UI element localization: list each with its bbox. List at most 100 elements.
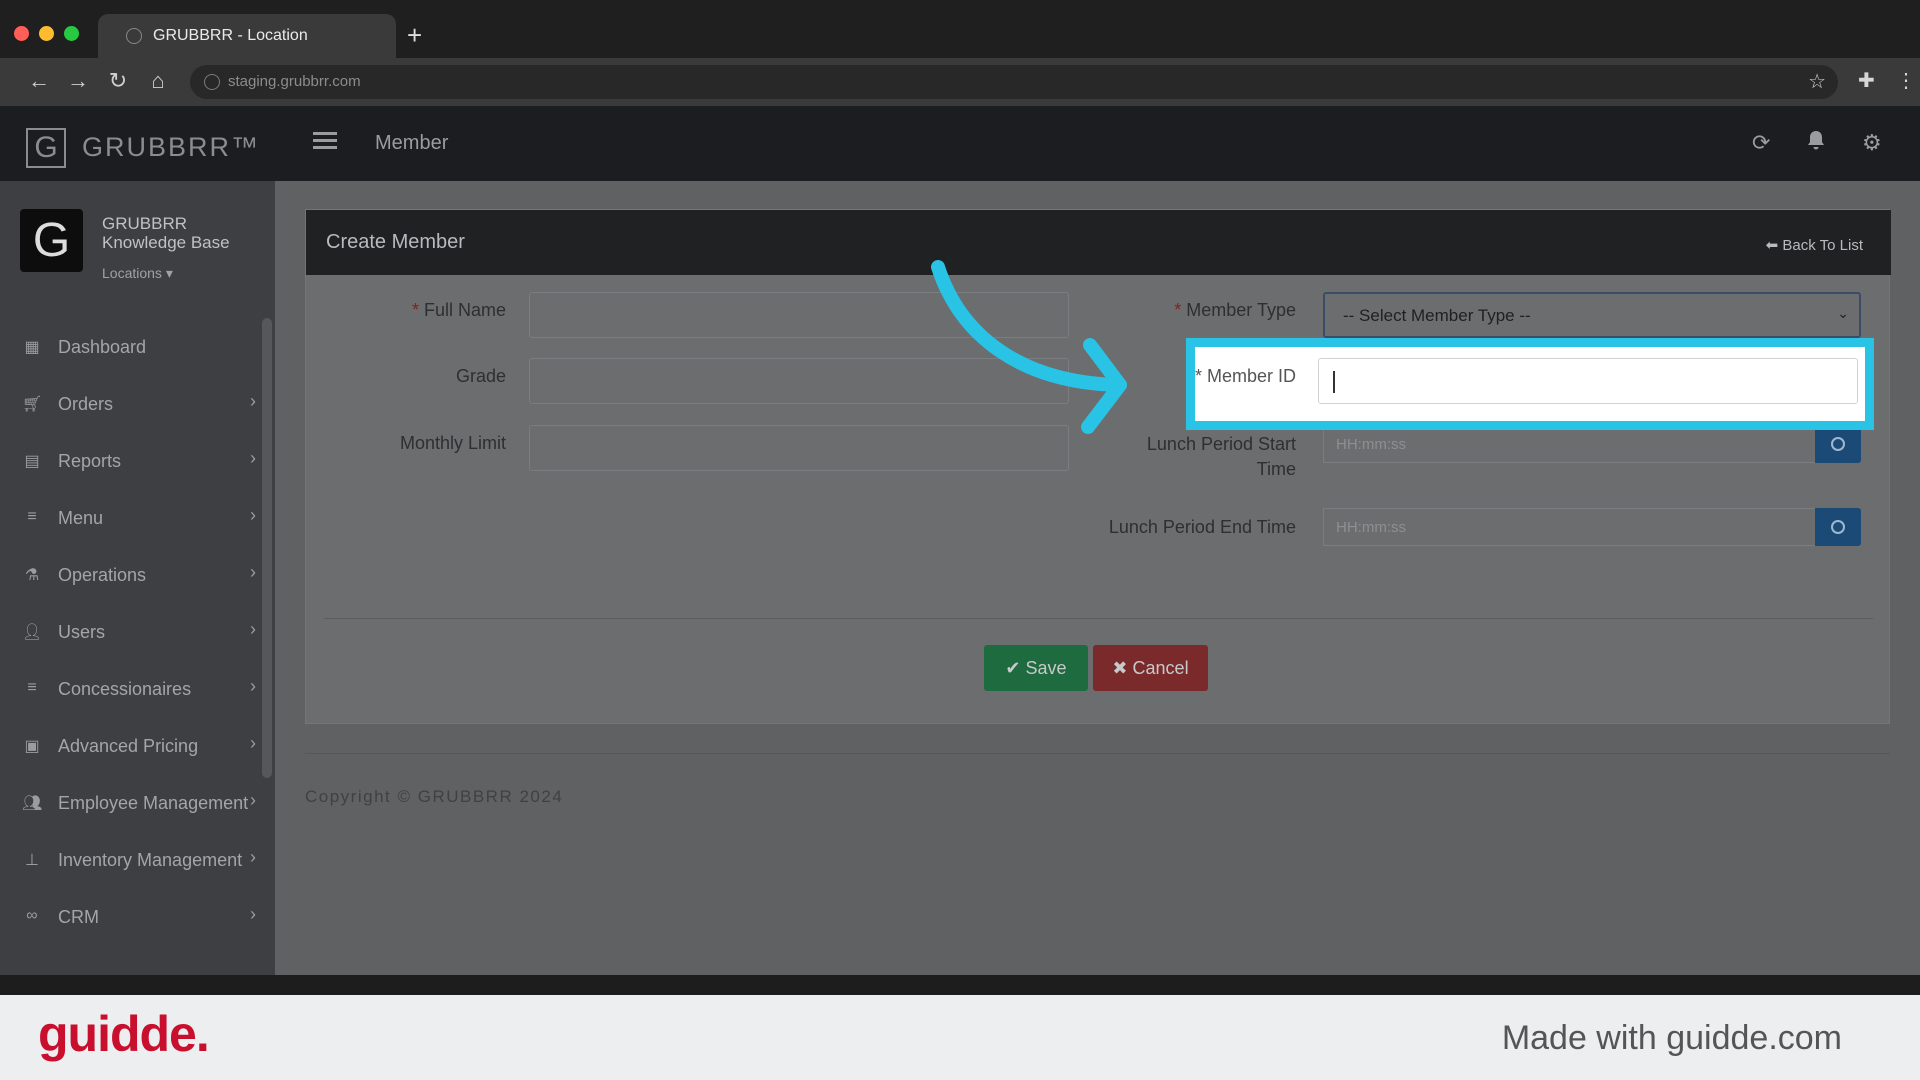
lunch-end-input[interactable]: HH:mm:ss bbox=[1323, 508, 1816, 546]
full-name-label: * Full Name bbox=[366, 300, 506, 321]
extensions-puzzle-icon[interactable]: ✚ bbox=[1858, 68, 1875, 93]
locations-label: Locations bbox=[102, 265, 162, 281]
guidde-watermark-bar: guidde. Made with guidde.com bbox=[0, 995, 1920, 1080]
sidebar-scrollbar[interactable] bbox=[262, 318, 272, 778]
card-title: Create Member bbox=[326, 231, 465, 253]
sidebar: G GRUBBRR Knowledge Base Locations ▾ ▦ D… bbox=[0, 181, 275, 975]
tab-title: GRUBBRR - Location bbox=[153, 27, 308, 44]
chevron-right-icon: › bbox=[250, 619, 256, 639]
sitemap-icon: ⊥ bbox=[25, 852, 39, 869]
sidebar-item-menu[interactable]: ≡ Menu › bbox=[0, 498, 262, 538]
sidebar-item-label: Concessionaires bbox=[58, 679, 192, 699]
member-id-highlight: * Member ID bbox=[1186, 338, 1874, 430]
close-window-button[interactable] bbox=[14, 26, 29, 41]
minimize-window-button[interactable] bbox=[39, 26, 54, 41]
sidebar-item-inventory-management[interactable]: ⊥ Inventory Management › bbox=[0, 840, 262, 880]
chevron-right-icon: › bbox=[250, 391, 256, 411]
forward-arrow-icon[interactable]: → bbox=[63, 66, 93, 96]
sidebar-item-label: Operations bbox=[58, 565, 147, 585]
locations-dropdown[interactable]: Locations ▾ bbox=[102, 265, 173, 282]
chevron-right-icon: › bbox=[250, 733, 256, 753]
chevron-right-icon: › bbox=[250, 847, 256, 867]
sidebar-item-label: Orders bbox=[58, 394, 114, 414]
document-icon: ▤ bbox=[24, 453, 40, 470]
monthly-limit-label: Monthly Limit bbox=[399, 433, 506, 453]
site-info-icon[interactable] bbox=[204, 74, 220, 90]
member-type-label-text: Member Type bbox=[1186, 300, 1296, 320]
guidde-logo: guidde. bbox=[38, 1006, 210, 1062]
sidebar-item-reports[interactable]: ▤ Reports › bbox=[0, 441, 262, 481]
sidebar-item-label: Inventory Management bbox=[58, 850, 243, 870]
text-caret bbox=[1333, 371, 1335, 393]
member-id-input[interactable] bbox=[1318, 358, 1858, 404]
required-mark: * bbox=[1195, 366, 1203, 386]
sidebar-item-label: Menu bbox=[58, 508, 104, 528]
sidebar-item-concessionaires[interactable]: ≡ Concessionaires › bbox=[0, 669, 262, 709]
sidebar-item-operations[interactable]: ⚗ Operations › bbox=[0, 555, 262, 595]
cart-icon: 🛒︎ bbox=[22, 396, 43, 413]
flask-icon: ⚗ bbox=[24, 567, 40, 584]
member-id-label: * Member ID bbox=[1195, 366, 1296, 387]
sidebar-item-dashboard[interactable]: ▦ Dashboard bbox=[0, 327, 262, 367]
clock-icon[interactable] bbox=[1815, 425, 1861, 463]
maximize-window-button[interactable] bbox=[64, 26, 79, 41]
address-bar[interactable]: staging.grubbrr.com ☆ bbox=[190, 65, 1838, 99]
form-divider bbox=[324, 618, 1873, 619]
gear-icon[interactable]: ⚙ bbox=[1862, 130, 1882, 156]
globe-icon bbox=[126, 28, 142, 44]
sidebar-item-advanced-pricing[interactable]: ▣ Advanced Pricing › bbox=[0, 726, 262, 766]
bell-icon[interactable] bbox=[1806, 130, 1826, 158]
refresh-icon[interactable]: ⟳ bbox=[1752, 130, 1770, 156]
clock-icon[interactable] bbox=[1815, 508, 1861, 546]
member-id-label-text: Member ID bbox=[1207, 366, 1297, 386]
cancel-button[interactable]: ✖ Cancel bbox=[1093, 645, 1208, 691]
bottom-strip bbox=[0, 975, 1920, 995]
sidebar-item-crm[interactable]: ∞ CRM › bbox=[0, 897, 262, 937]
url-text: staging.grubbrr.com bbox=[228, 73, 361, 90]
reload-icon[interactable]: ↻ bbox=[103, 66, 133, 96]
member-type-select[interactable]: -- Select Member Type -- ⌄ bbox=[1323, 292, 1861, 338]
full-name-label-text: Full Name bbox=[423, 300, 506, 320]
new-tab-button[interactable]: + bbox=[407, 22, 422, 48]
bookmark-star-icon[interactable]: ☆ bbox=[1808, 69, 1826, 94]
back-arrow-icon[interactable]: ← bbox=[24, 66, 54, 96]
hamburger-menu-icon[interactable] bbox=[313, 132, 337, 150]
sidebar-item-employee-management[interactable]: 👥︎ Employee Management › bbox=[0, 783, 262, 823]
save-button[interactable]: ✔ Save bbox=[984, 645, 1088, 691]
back-to-list-link[interactable]: ⬅ Back To List bbox=[1766, 236, 1863, 254]
save-label: Save bbox=[1025, 658, 1067, 678]
link-icon: ∞ bbox=[26, 907, 38, 924]
money-icon: ▣ bbox=[24, 738, 40, 755]
sidebar-item-label: CRM bbox=[58, 907, 99, 927]
brand-name: GRUBBRR Knowledge Base bbox=[102, 214, 230, 252]
guide-arrow-icon bbox=[931, 260, 1127, 434]
browser-tab-strip: GRUBBRR - Location + bbox=[0, 0, 1920, 58]
user-plus-icon: 👤︎ bbox=[22, 624, 43, 641]
sidebar-item-orders[interactable]: 🛒︎ Orders › bbox=[0, 384, 262, 424]
sidebar-item-label: Reports bbox=[58, 451, 122, 471]
arrow-left-icon: ⬅ bbox=[1765, 237, 1779, 254]
back-to-list-label: Back To List bbox=[1782, 237, 1863, 254]
logo-text: GRUBBRR™ bbox=[82, 132, 261, 162]
page-title: Member bbox=[375, 132, 449, 154]
list-icon: ≡ bbox=[27, 508, 37, 525]
made-with-guidde[interactable]: Made with guidde.com bbox=[1502, 1019, 1842, 1058]
sidebar-item-users[interactable]: 👤︎ Users › bbox=[0, 612, 262, 652]
brand-avatar: G bbox=[20, 209, 83, 272]
footer-divider bbox=[305, 753, 1890, 754]
app-header: G GRUBBRR™ Member ⟳ ⚙ bbox=[0, 106, 1920, 181]
cancel-label: Cancel bbox=[1132, 658, 1189, 678]
time-placeholder: HH:mm:ss bbox=[1336, 519, 1406, 536]
sidebar-item-label: Advanced Pricing bbox=[58, 736, 199, 756]
lunch-start-input[interactable]: HH:mm:ss bbox=[1323, 425, 1816, 463]
required-mark: * bbox=[411, 300, 419, 320]
sidebar-item-label: Users bbox=[58, 622, 106, 642]
caret-down-icon: ▾ bbox=[165, 265, 173, 281]
copyright-text: Copyright © GRUBBRR 2024 bbox=[305, 787, 564, 806]
browser-tab[interactable]: GRUBBRR - Location bbox=[98, 14, 396, 58]
sidebar-item-label: Dashboard bbox=[58, 337, 147, 357]
home-icon[interactable]: ⌂ bbox=[143, 66, 173, 96]
member-type-value: -- Select Member Type -- bbox=[1343, 306, 1531, 325]
lunch-end-label: Lunch Period End Time bbox=[1108, 517, 1296, 537]
browser-menu-icon[interactable]: ⋮ bbox=[1896, 68, 1916, 93]
